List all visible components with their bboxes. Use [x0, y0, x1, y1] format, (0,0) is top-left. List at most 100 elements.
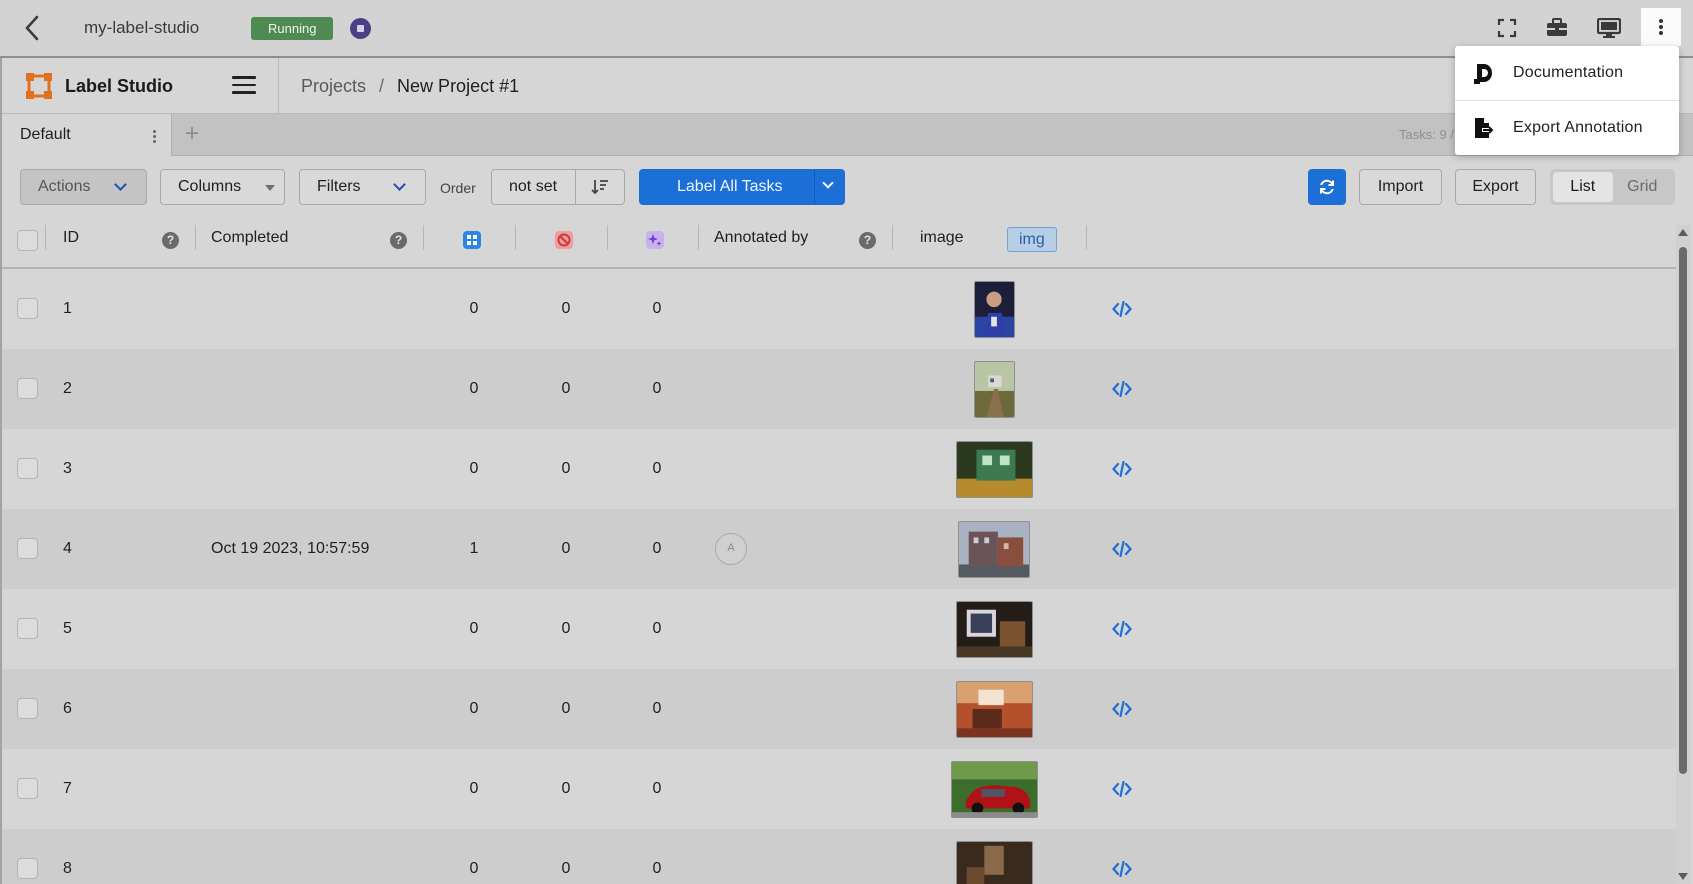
row-checkbox[interactable] [17, 698, 38, 719]
column-header-annotated-by[interactable]: Annotated by [714, 229, 808, 247]
export-button[interactable]: Export [1455, 169, 1536, 205]
scroll-up-arrow-icon[interactable] [1678, 229, 1688, 236]
task-id: 1 [63, 300, 72, 317]
predictions-count: 0 [652, 780, 662, 797]
view-source-code-icon[interactable] [1112, 299, 1132, 319]
order-select[interactable]: not set [491, 169, 576, 205]
breadcrumb-current-project: New Project #1 [397, 76, 520, 96]
predictions-count: 0 [652, 700, 662, 717]
monitor-button[interactable] [1591, 12, 1627, 44]
view-source-code-icon[interactable] [1112, 459, 1132, 479]
data-manager-toolbar: Actions Columns Filters Order not set La… [2, 156, 1693, 212]
predictions-count-icon[interactable] [645, 230, 665, 250]
task-id: 7 [63, 780, 72, 797]
annotator-avatar[interactable]: A [715, 533, 747, 565]
predictions-count: 0 [652, 300, 662, 317]
view-source-code-icon[interactable] [1112, 779, 1132, 799]
refresh-button[interactable] [1308, 169, 1346, 205]
row-checkbox[interactable] [17, 378, 38, 399]
header-divider [278, 58, 279, 114]
space-name: my-label-studio [84, 18, 200, 37]
chevron-down-icon[interactable] [822, 177, 834, 189]
row-checkbox[interactable] [17, 858, 38, 879]
table-row[interactable]: 2 0 0 0 [2, 349, 1678, 429]
annotations-count: 0 [469, 700, 479, 717]
table-row[interactable]: 8 0 0 0 [2, 829, 1678, 884]
view-source-code-icon[interactable] [1112, 539, 1132, 559]
table-row[interactable]: 1 0 0 0 [2, 269, 1678, 349]
predictions-count: 0 [652, 860, 662, 877]
sort-direction-button[interactable] [575, 169, 625, 205]
row-checkbox[interactable] [17, 618, 38, 639]
help-icon[interactable]: ? [390, 232, 407, 249]
stop-button[interactable] [350, 18, 371, 39]
row-checkbox[interactable] [17, 458, 38, 479]
scroll-down-arrow-icon[interactable] [1678, 873, 1688, 880]
columns-button[interactable]: Columns [160, 169, 285, 205]
cancelled-count: 0 [561, 540, 571, 557]
view-source-code-icon[interactable] [1112, 619, 1132, 639]
task-image-thumbnail [956, 841, 1033, 884]
tasks-table-body: 1 0 0 0 2 0 0 0 3 0 0 0 4 Oct 19 2023, 1… [2, 269, 1678, 884]
list-view-button[interactable]: List [1553, 172, 1613, 202]
filters-button[interactable]: Filters [299, 169, 426, 205]
main-menu-button[interactable] [232, 76, 256, 96]
label-studio-logo-icon [26, 73, 52, 99]
table-row[interactable]: 4 Oct 19 2023, 10:57:59 1 0 0 A [2, 509, 1678, 589]
task-image-thumbnail [974, 361, 1015, 418]
annotations-count: 0 [469, 460, 479, 477]
view-source-code-icon[interactable] [1112, 859, 1132, 879]
task-image-thumbnail [951, 761, 1038, 818]
task-id: 3 [63, 460, 72, 477]
actions-button[interactable]: Actions [20, 169, 147, 205]
view-tabs-bar: Default + Tasks: 9 / [2, 114, 1693, 156]
row-checkbox[interactable] [17, 778, 38, 799]
column-header-completed[interactable]: Completed [211, 229, 288, 247]
chevron-down-icon [114, 178, 127, 191]
help-icon[interactable]: ? [859, 232, 876, 249]
column-header-id[interactable]: ID [63, 229, 79, 247]
table-row[interactable]: 6 0 0 0 [2, 669, 1678, 749]
table-row[interactable]: 7 0 0 0 [2, 749, 1678, 829]
annotations-count: 1 [469, 540, 479, 557]
tab-default[interactable]: Default [2, 114, 172, 156]
annotations-count: 0 [469, 860, 479, 877]
menu-item-export-annotation[interactable]: Export Annotation [1455, 101, 1679, 155]
label-studio-app: Label Studio Projects / New Project #1 Def… [0, 58, 1693, 884]
task-image-thumbnail [956, 441, 1033, 498]
annotations-count: 0 [469, 620, 479, 637]
sort-descending-icon [591, 180, 608, 195]
toolbox-button[interactable] [1539, 12, 1575, 44]
task-id: 5 [63, 620, 72, 637]
order-label: Order [440, 180, 476, 196]
add-tab-button[interactable]: + [185, 120, 199, 148]
help-icon[interactable]: ? [162, 232, 179, 249]
toolbox-icon [1547, 18, 1567, 36]
view-source-code-icon[interactable] [1112, 379, 1132, 399]
back-button[interactable] [18, 12, 46, 44]
table-row[interactable]: 3 0 0 0 [2, 429, 1678, 509]
host-toolbar: my-label-studio Running [0, 0, 1693, 58]
annotations-count-icon[interactable] [462, 230, 482, 250]
more-options-button[interactable] [1641, 8, 1681, 46]
refresh-icon [1320, 179, 1334, 195]
scrollbar-thumb[interactable] [1679, 247, 1687, 774]
row-checkbox[interactable] [17, 538, 38, 559]
cancelled-count-icon[interactable] [554, 230, 574, 250]
monitor-icon [1597, 18, 1621, 38]
app-logo-text: Label Studio [65, 76, 173, 96]
breadcrumb-projects-link[interactable]: Projects [301, 76, 366, 96]
tab-options-button[interactable] [148, 127, 160, 145]
vertical-scrollbar[interactable] [1676, 225, 1690, 884]
import-button[interactable]: Import [1359, 169, 1442, 205]
row-checkbox[interactable] [17, 298, 38, 319]
select-all-checkbox[interactable] [17, 230, 38, 251]
table-row[interactable]: 5 0 0 0 [2, 589, 1678, 669]
label-all-tasks-button[interactable]: Label All Tasks [639, 169, 845, 205]
fullscreen-button[interactable] [1489, 12, 1525, 44]
view-source-code-icon[interactable] [1112, 699, 1132, 719]
menu-item-documentation[interactable]: Documentation [1455, 46, 1679, 100]
task-image-thumbnail [956, 681, 1033, 738]
grid-view-button[interactable]: Grid [1613, 172, 1673, 202]
column-header-image[interactable]: image [920, 229, 964, 247]
